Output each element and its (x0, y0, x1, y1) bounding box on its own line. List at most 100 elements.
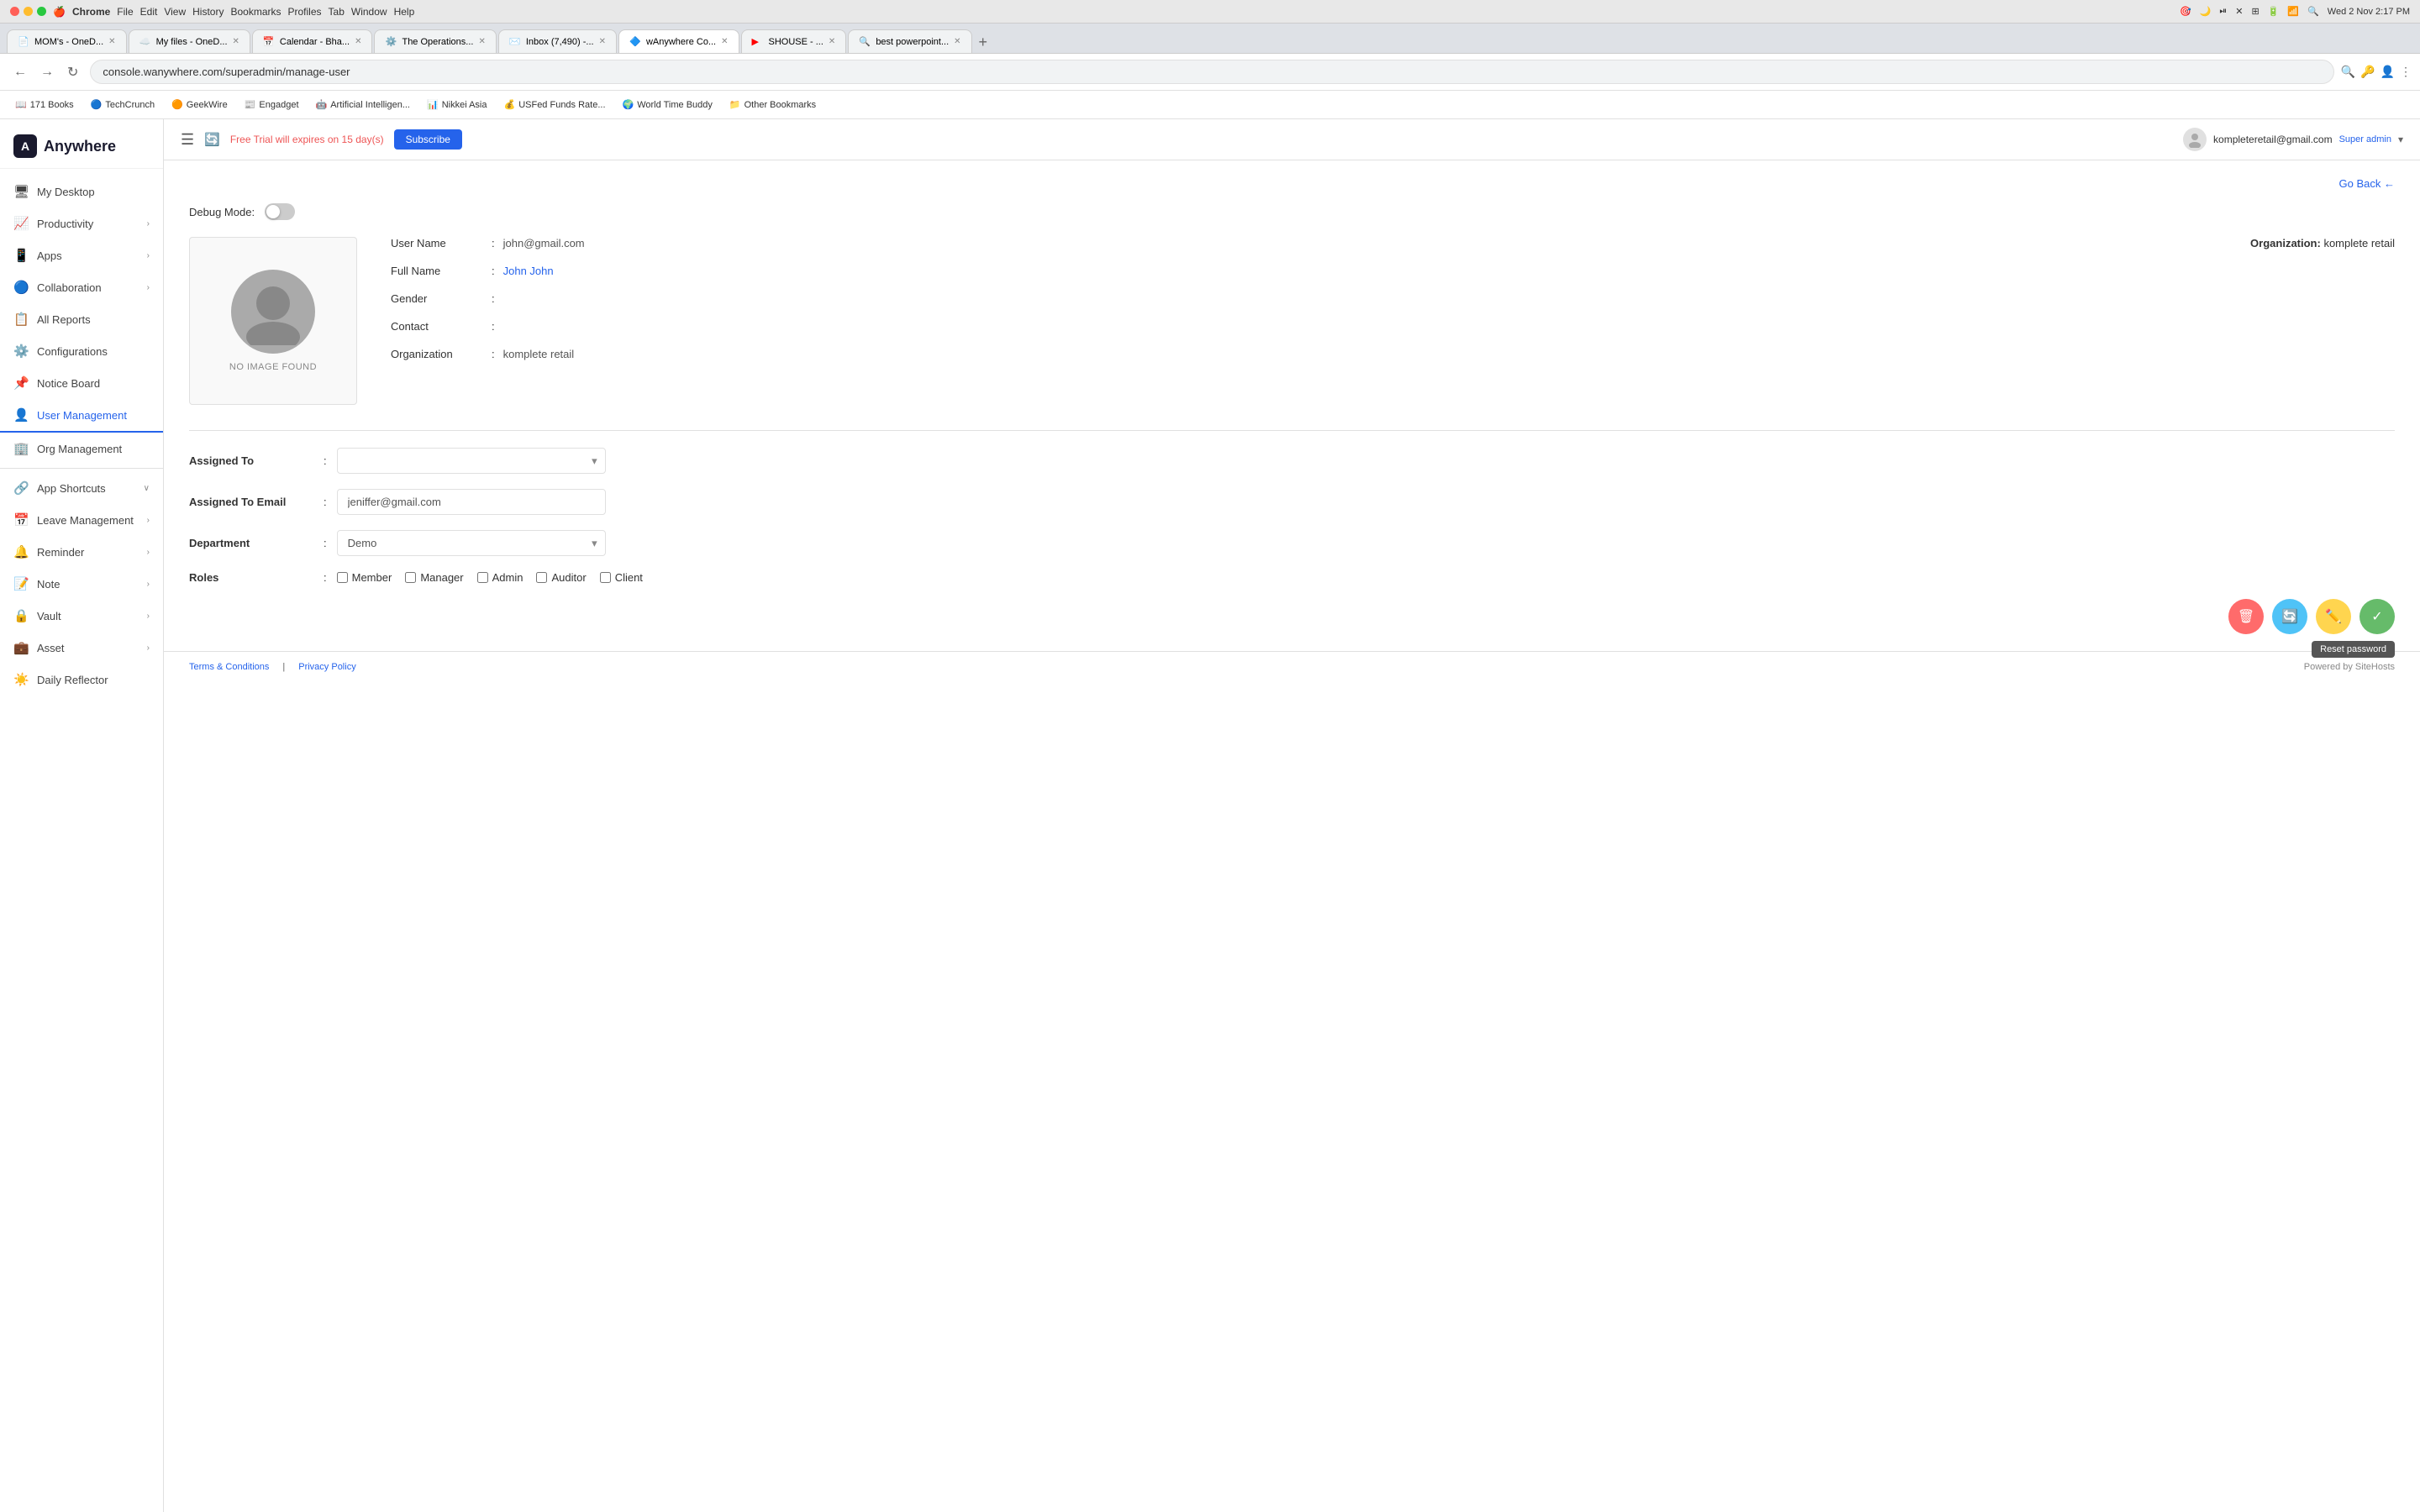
tab-inbox[interactable]: ✉️ Inbox (7,490) -... ✕ (498, 29, 617, 53)
tab-close[interactable]: ✕ (478, 37, 485, 46)
tab-calendar[interactable]: 📅 Calendar - Bha... ✕ (252, 29, 373, 53)
tab-favicon: 📅 (263, 36, 275, 48)
url-input[interactable] (90, 60, 2333, 84)
mac-menu-bookmarks[interactable]: Bookmarks (230, 6, 281, 18)
reload-button[interactable]: ↻ (62, 60, 83, 84)
tab-wanywhere[interactable]: 🔷 wAnywhere Co... ✕ (618, 29, 739, 53)
profile-section: NO IMAGE FOUND User Name : john@gmail.co… (189, 237, 2395, 405)
sidebar-item-notice-board[interactable]: 📌 Notice Board (0, 367, 163, 399)
tab-close[interactable]: ✕ (233, 37, 239, 46)
debug-toggle[interactable] (265, 203, 295, 220)
tab-close[interactable]: ✕ (599, 37, 606, 46)
client-checkbox[interactable] (600, 572, 611, 583)
back-button[interactable]: ← (8, 61, 32, 83)
sidebar-item-asset[interactable]: 💼 Asset › (0, 632, 163, 664)
role-admin[interactable]: Admin (477, 571, 523, 584)
sidebar-item-apps[interactable]: 📱 Apps › (0, 239, 163, 271)
bookmark-nikkei[interactable]: 📊 Nikkei Asia (420, 96, 494, 113)
reports-icon: 📋 (13, 312, 29, 327)
sidebar-item-user-management[interactable]: 👤 User Management (0, 399, 163, 433)
tab-close[interactable]: ✕ (355, 37, 361, 46)
sync-button[interactable]: 🔄 (2272, 599, 2307, 634)
role-client[interactable]: Client (600, 571, 643, 584)
mac-menu-profiles[interactable]: Profiles (288, 6, 322, 18)
gender-row: Gender : (391, 292, 2217, 305)
sidebar-logo[interactable]: A Anywhere (0, 119, 163, 169)
tab-close[interactable]: ✕ (108, 37, 115, 46)
sidebar-item-reminder[interactable]: 🔔 Reminder › (0, 536, 163, 568)
assigned-to-select[interactable] (337, 448, 606, 474)
bookmark-usfed[interactable]: 💰 USFed Funds Rate... (497, 96, 612, 113)
role-member[interactable]: Member (337, 571, 392, 584)
member-checkbox[interactable] (337, 572, 348, 583)
tab-myfiles[interactable]: ☁️ My files - OneD... ✕ (129, 29, 250, 53)
org-right-label: Organization: (2250, 237, 2321, 249)
mac-menu-chrome[interactable]: Chrome (72, 6, 110, 18)
bookmark-ai[interactable]: 🤖 Artificial Intelligen... (309, 96, 417, 113)
mac-menu-edit[interactable]: Edit (140, 6, 158, 18)
sidebar-item-vault[interactable]: 🔒 Vault › (0, 600, 163, 632)
sidebar-item-leave-management[interactable]: 📅 Leave Management › (0, 504, 163, 536)
mac-menu-window[interactable]: Window (351, 6, 387, 18)
privacy-link[interactable]: Privacy Policy (298, 662, 355, 672)
mac-dot-minimize[interactable] (24, 7, 33, 16)
role-manager[interactable]: Manager (405, 571, 463, 584)
fullname-label: Full Name (391, 265, 492, 277)
bookmark-worldtime[interactable]: 🌍 World Time Buddy (616, 96, 719, 113)
mac-dot-maximize[interactable] (37, 7, 46, 16)
auditor-checkbox[interactable] (536, 572, 547, 583)
mac-menu-help[interactable]: Help (394, 6, 415, 18)
bookmark-engadget[interactable]: 📰 Engadget (238, 96, 306, 113)
tab-powerpoint[interactable]: 🔍 best powerpoint... ✕ (848, 29, 971, 53)
extensions-icon[interactable]: 🔍 (2341, 65, 2355, 79)
tab-shouse[interactable]: ▶ SHOUSE - ... ✕ (741, 29, 847, 53)
bookmark-other[interactable]: 📁 Other Bookmarks (723, 96, 823, 113)
go-back-link[interactable]: Go Back ← (2339, 177, 2395, 190)
terms-link[interactable]: Terms & Conditions (189, 662, 269, 672)
bookmark-icon[interactable]: 🔑 (2360, 65, 2375, 79)
mac-dot-close[interactable] (10, 7, 19, 16)
bookmark-label: World Time Buddy (637, 100, 713, 110)
hamburger-icon[interactable]: ☰ (181, 131, 194, 149)
refresh-icon[interactable]: 🔄 (204, 132, 220, 147)
powered-by-text: Powered by SiteHosts (2304, 662, 2395, 672)
sidebar-item-note[interactable]: 📝 Note › (0, 568, 163, 600)
tab-moms[interactable]: 📄 MOM's - OneD... ✕ (7, 29, 127, 53)
mac-media-icon: ⏯ (2219, 6, 2227, 17)
confirm-button[interactable]: ✓ (2360, 599, 2395, 634)
sidebar-item-my-desktop[interactable]: 🖥 My Desktop (0, 176, 163, 207)
manager-checkbox[interactable] (405, 572, 416, 583)
sidebar-item-org-management[interactable]: 🏢 Org Management (0, 433, 163, 465)
department-select[interactable]: Demo Engineering HR Marketing Finance (337, 530, 606, 556)
sidebar-item-collaboration[interactable]: 🔵 Collaboration › (0, 271, 163, 303)
edit-button[interactable]: ✏️ (2316, 599, 2351, 634)
sidebar-item-configurations[interactable]: ⚙️ Configurations (0, 335, 163, 367)
new-tab-button[interactable]: + (974, 34, 993, 51)
tab-close[interactable]: ✕ (721, 37, 728, 46)
bookmark-techcrunch[interactable]: 🔵 TechCrunch (84, 96, 161, 113)
delete-button[interactable]: 🗑 (2228, 599, 2264, 634)
role-auditor[interactable]: Auditor (536, 571, 586, 584)
user-dropdown-icon[interactable]: ▾ (2398, 134, 2403, 145)
tab-close[interactable]: ✕ (954, 37, 960, 46)
tab-operations[interactable]: ⚙️ The Operations... ✕ (374, 29, 496, 53)
mac-menu-history[interactable]: History (192, 6, 224, 18)
tab-close[interactable]: ✕ (829, 37, 835, 46)
menu-icon[interactable]: ⋮ (2400, 65, 2412, 79)
sidebar-item-app-shortcuts[interactable]: 🔗 App Shortcuts ∨ (0, 472, 163, 504)
mac-menu-apple[interactable]: 🍎 (53, 6, 66, 18)
sidebar-item-daily-reflector[interactable]: ☀️ Daily Reflector (0, 664, 163, 696)
bookmark-171books[interactable]: 📖 171 Books (8, 96, 81, 113)
sidebar-item-all-reports[interactable]: 📋 All Reports (0, 303, 163, 335)
mac-menu-file[interactable]: File (117, 6, 133, 18)
assigned-email-input[interactable] (337, 489, 606, 515)
forward-button[interactable]: → (35, 61, 59, 83)
mac-menu-view[interactable]: View (164, 6, 186, 18)
profile-icon[interactable]: 👤 (2381, 65, 2395, 79)
admin-checkbox[interactable] (477, 572, 488, 583)
bookmark-geekwire[interactable]: 🟠 GeekWire (165, 96, 234, 113)
subscribe-button[interactable]: Subscribe (394, 129, 462, 150)
mac-menu-tab[interactable]: Tab (329, 6, 345, 18)
mac-search-icon[interactable]: 🔍 (2307, 6, 2319, 17)
sidebar-item-productivity[interactable]: 📈 Productivity › (0, 207, 163, 239)
